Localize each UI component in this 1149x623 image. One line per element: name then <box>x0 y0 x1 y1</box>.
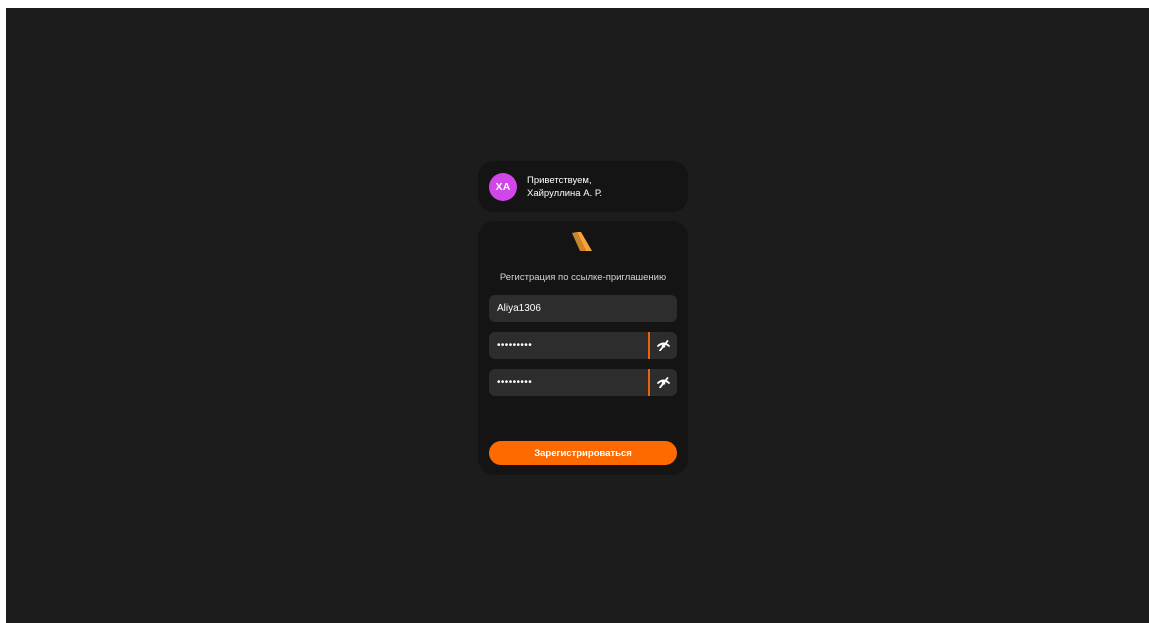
eye-off-icon <box>657 340 670 351</box>
greeting-card: ХА Приветствуем, Хайруллина А. Р. <box>478 161 688 212</box>
register-button[interactable]: Зарегистрироваться <box>489 441 677 465</box>
password-confirm-input[interactable]: ••••••••• <box>497 369 532 396</box>
user-name: Хайруллина А. Р. <box>527 188 603 199</box>
registration-form: Регистрация по ссылке-приглашению ••••••… <box>478 221 688 475</box>
eye-off-icon <box>657 377 670 388</box>
password-input[interactable]: ••••••••• <box>497 332 532 359</box>
brand-logo-icon <box>572 232 592 251</box>
form-title: Регистрация по ссылке-приглашению <box>499 272 667 283</box>
greeting-line: Приветствуем, <box>527 175 592 186</box>
toggle-password-confirm-visibility-button[interactable] <box>650 369 677 396</box>
login-input[interactable] <box>489 295 677 322</box>
avatar: ХА <box>489 173 517 201</box>
password-confirm-field: ••••••••• <box>489 369 677 396</box>
toggle-password-visibility-button[interactable] <box>650 332 677 359</box>
login-field <box>489 295 677 322</box>
greeting-text: Приветствуем, Хайруллина А. Р. <box>527 174 602 200</box>
app-background: ХА Приветствуем, Хайруллина А. Р. Регист… <box>6 8 1149 623</box>
password-field: ••••••••• <box>489 332 677 359</box>
